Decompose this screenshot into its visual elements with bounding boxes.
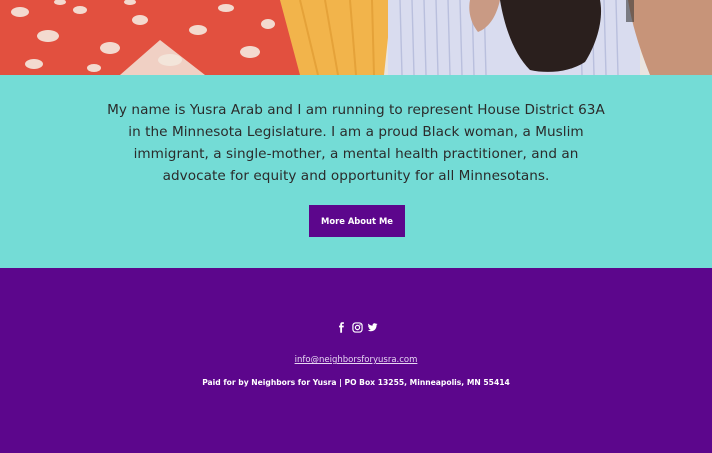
paid-for-disclaimer: Paid for by Neighbors for Yusra | PO Box… [202, 378, 510, 387]
more-about-me-button[interactable]: More About Me [309, 205, 405, 237]
social-links [336, 321, 378, 333]
intro-section: My name is Yusra Arab and I am running t… [0, 75, 712, 268]
twitter-icon[interactable] [367, 322, 378, 333]
email-link[interactable]: info@neighborsforyusra.com [0, 355, 712, 365]
hero-image [0, 0, 712, 75]
facebook-icon[interactable] [336, 321, 347, 333]
intro-paragraph: My name is Yusra Arab and I am running t… [107, 102, 605, 184]
instagram-icon[interactable] [351, 321, 363, 333]
footer: info@neighborsforyusra.com Paid for by N… [0, 268, 712, 453]
